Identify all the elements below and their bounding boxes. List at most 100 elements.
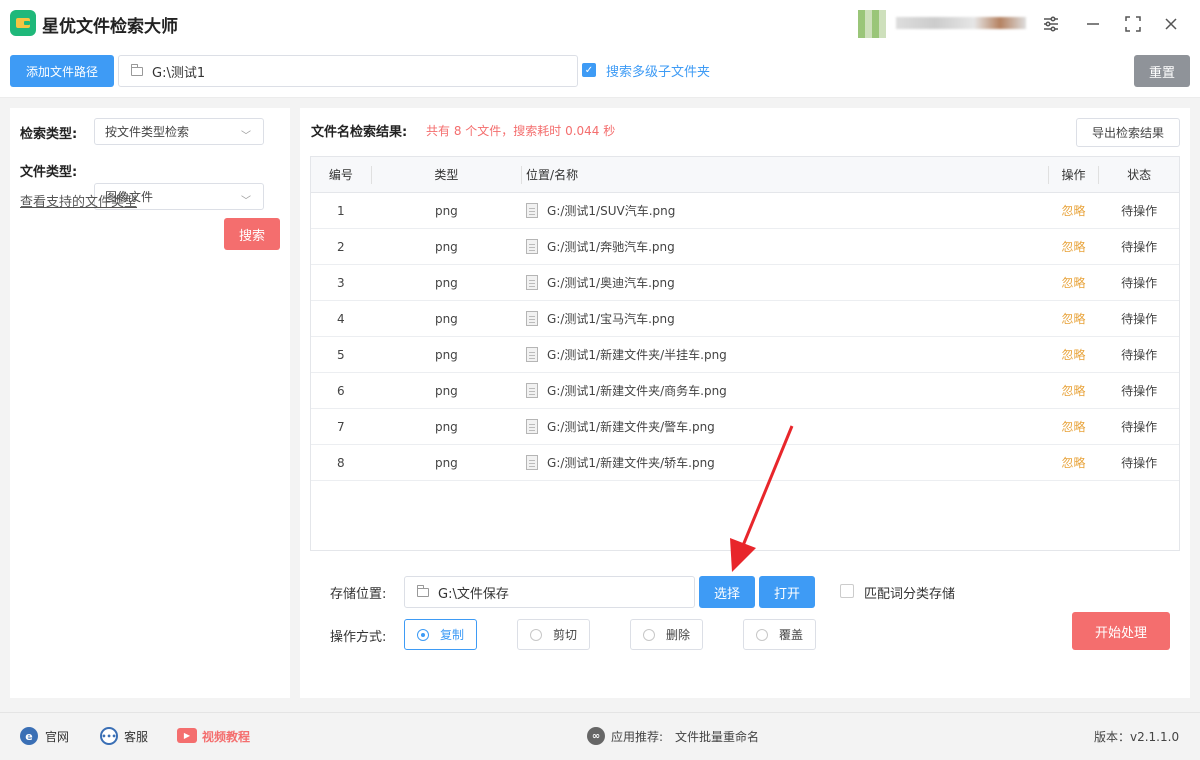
username-blurred [896,17,1026,29]
ignore-link[interactable]: 忽略 [1049,310,1099,327]
source-path-value: G:\测试1 [152,65,206,81]
customer-service-link[interactable]: 客服 [124,728,148,745]
row-status: 待操作 [1121,384,1158,398]
file-icon [526,311,539,326]
add-file-path-button[interactable]: 添加文件路径 [10,55,114,87]
operation-overwrite-radio[interactable]: 覆盖 [743,619,816,650]
table-row[interactable]: 5 png G:/测试1/新建文件夹/半挂车.png 忽略 待操作 [311,337,1179,373]
row-path: G:/测试1/新建文件夹/商务车.png [522,382,1048,399]
video-play-icon: ▶ [177,728,197,743]
column-header-status: 状态 [1127,168,1152,182]
row-number: 7 [337,419,345,434]
row-path: G:/测试1/奔驰汽车.png [522,238,1048,255]
row-path: G:/测试1/新建文件夹/半挂车.png [522,346,1048,363]
column-header-no: 编号 [328,168,353,182]
results-title: 文件名检索结果: [311,125,408,140]
row-path-text: G:/测试1/SUV汽车.png [547,204,676,218]
row-path-text: G:/测试1/新建文件夹/轿车.png [547,456,715,470]
row-type: png [434,347,458,362]
ignore-link[interactable]: 忽略 [1049,346,1099,363]
row-type: png [434,455,458,470]
ignore-link[interactable]: 忽略 [1049,238,1099,255]
table-row[interactable]: 1 png G:/测试1/SUV汽车.png 忽略 待操作 [311,193,1179,229]
row-path-text: G:/测试1/新建文件夹/商务车.png [547,384,727,398]
reset-button[interactable]: 重置 [1134,55,1190,87]
search-type-select[interactable]: 按文件类型检索 ﹀ [94,118,264,145]
table-row[interactable]: 3 png G:/测试1/奥迪汽车.png 忽略 待操作 [311,265,1179,301]
operation-cut-radio[interactable]: 剪切 [517,619,590,650]
row-path: G:/测试1/奥迪汽车.png [522,274,1048,291]
ignore-link[interactable]: 忽略 [1049,274,1099,291]
recommend-app-link[interactable]: 文件批量重命名 [675,728,759,745]
user-avatar[interactable] [858,10,886,38]
operation-cut-label: 剪切 [553,628,578,642]
results-summary: 共有 8 个文件，搜索耗时 0.044 秒 [426,124,616,138]
operation-copy-radio[interactable]: 复制 [404,619,477,650]
table-row[interactable]: 4 png G:/测试1/宝马汽车.png 忽略 待操作 [311,301,1179,337]
source-path-input[interactable]: G:\测试1 [118,55,578,87]
website-link[interactable]: 官网 [45,728,69,745]
row-path-text: G:/测试1/新建文件夹/警车.png [547,420,715,434]
table-row[interactable]: 6 png G:/测试1/新建文件夹/商务车.png 忽略 待操作 [311,373,1179,409]
minimize-icon[interactable] [1081,12,1105,36]
search-type-value: 按文件类型检索 [105,125,190,139]
annotation-arrow-icon [730,425,794,572]
storage-path-input[interactable]: G:\文件保存 [404,576,695,608]
start-process-button[interactable]: 开始处理 [1072,612,1170,650]
radio-selected-icon [417,628,429,641]
file-icon [526,275,539,290]
radio-unselected-icon [530,628,542,641]
search-button[interactable]: 搜索 [224,218,280,250]
export-results-button[interactable]: 导出检索结果 [1076,118,1180,147]
row-status: 待操作 [1121,312,1158,326]
row-status: 待操作 [1121,204,1158,218]
file-icon [526,347,539,362]
row-status: 待操作 [1121,456,1158,470]
table-row[interactable]: 2 png G:/测试1/奔驰汽车.png 忽略 待操作 [311,229,1179,265]
row-type: png [434,239,458,254]
row-number: 8 [337,455,345,470]
maximize-icon[interactable] [1121,12,1145,36]
row-number: 3 [337,275,345,290]
search-type-label: 检索类型: [20,127,78,142]
subfolder-checkbox[interactable]: ✓ [582,63,596,77]
column-header-type: 类型 [434,168,459,182]
chevron-down-icon: ﹀ [241,131,251,142]
app-title: 星优文件检索大师 [42,17,178,37]
row-type: png [434,275,458,290]
file-icon [526,383,539,398]
match-classify-checkbox[interactable] [840,584,854,598]
video-tutorial-link[interactable]: 视频教程 [202,728,250,745]
operation-delete-radio[interactable]: 删除 [630,619,703,650]
ignore-link[interactable]: 忽略 [1049,418,1099,435]
settings-sliders-icon[interactable] [1039,12,1063,36]
match-classify-label[interactable]: 匹配词分类存储 [864,583,955,602]
row-status: 待操作 [1121,240,1158,254]
subfolder-label[interactable]: 搜索多级子文件夹 [606,61,710,80]
file-icon [526,419,539,434]
supported-types-link[interactable]: 查看支持的文件类型 [20,191,137,210]
ignore-link[interactable]: 忽略 [1049,454,1099,471]
column-header-op: 操作 [1061,168,1086,182]
file-icon [526,239,539,254]
row-number: 1 [337,203,345,218]
folder-icon [131,63,143,76]
column-header-path: 位置/名称 [526,168,579,182]
recommend-label: 应用推荐: [611,730,664,744]
file-icon [526,455,539,470]
row-type: png [434,203,458,218]
storage-path-value: G:\文件保存 [438,586,509,602]
close-icon[interactable] [1159,12,1183,36]
open-folder-button[interactable]: 打开 [759,576,815,608]
row-status: 待操作 [1121,420,1158,434]
ignore-link[interactable]: 忽略 [1049,202,1099,219]
choose-folder-button[interactable]: 选择 [699,576,755,608]
row-type: png [434,311,458,326]
folder-icon [417,584,429,597]
row-number: 4 [337,311,345,326]
ignore-link[interactable]: 忽略 [1049,382,1099,399]
operation-copy-label: 复制 [440,628,465,642]
row-path-text: G:/测试1/新建文件夹/半挂车.png [547,348,727,362]
radio-unselected-icon [643,628,655,641]
table-header: 编号 类型 位置/名称 操作 状态 [311,157,1179,193]
